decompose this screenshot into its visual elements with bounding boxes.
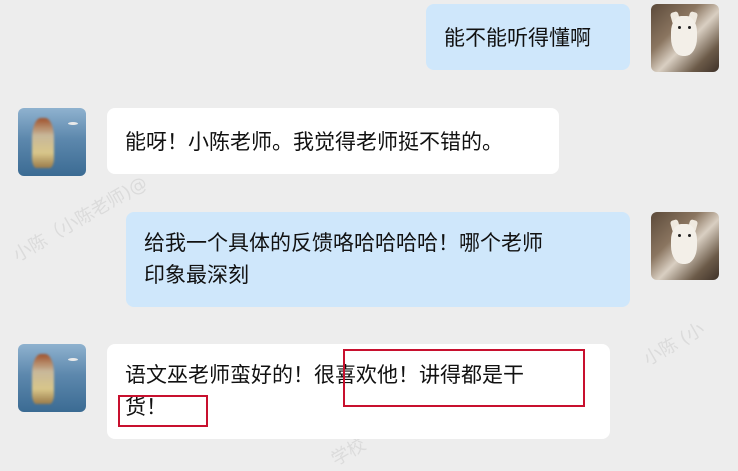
- message-bubble-outgoing[interactable]: 给我一个具体的反馈咯哈哈哈哈！哪个老师 印象最深刻: [126, 212, 630, 307]
- message-bubble-outgoing[interactable]: 能不能听得懂啊: [426, 4, 630, 70]
- watermark: 小陈 (小: [639, 318, 709, 371]
- contact-avatar[interactable]: [18, 344, 86, 412]
- chat-thread: 小陈（小陈老师)@ 小陈 (小 学校 能不能听得懂啊 能呀！小陈老师。我觉得老师…: [0, 0, 738, 470]
- highlight-box: [118, 395, 208, 427]
- message-text: 能不能听得懂啊: [444, 26, 591, 50]
- message-text: 能呀！小陈老师。我觉得老师挺不错的。: [125, 130, 503, 154]
- self-avatar[interactable]: [651, 4, 719, 72]
- self-avatar[interactable]: [651, 212, 719, 280]
- message-text-line: 给我一个具体的反馈咯哈哈哈哈！哪个老师: [144, 231, 543, 255]
- message-bubble-incoming[interactable]: 能呀！小陈老师。我觉得老师挺不错的。: [107, 108, 559, 174]
- highlight-box: [343, 349, 585, 407]
- contact-avatar[interactable]: [18, 108, 86, 176]
- message-text-line: 印象最深刻: [144, 263, 249, 287]
